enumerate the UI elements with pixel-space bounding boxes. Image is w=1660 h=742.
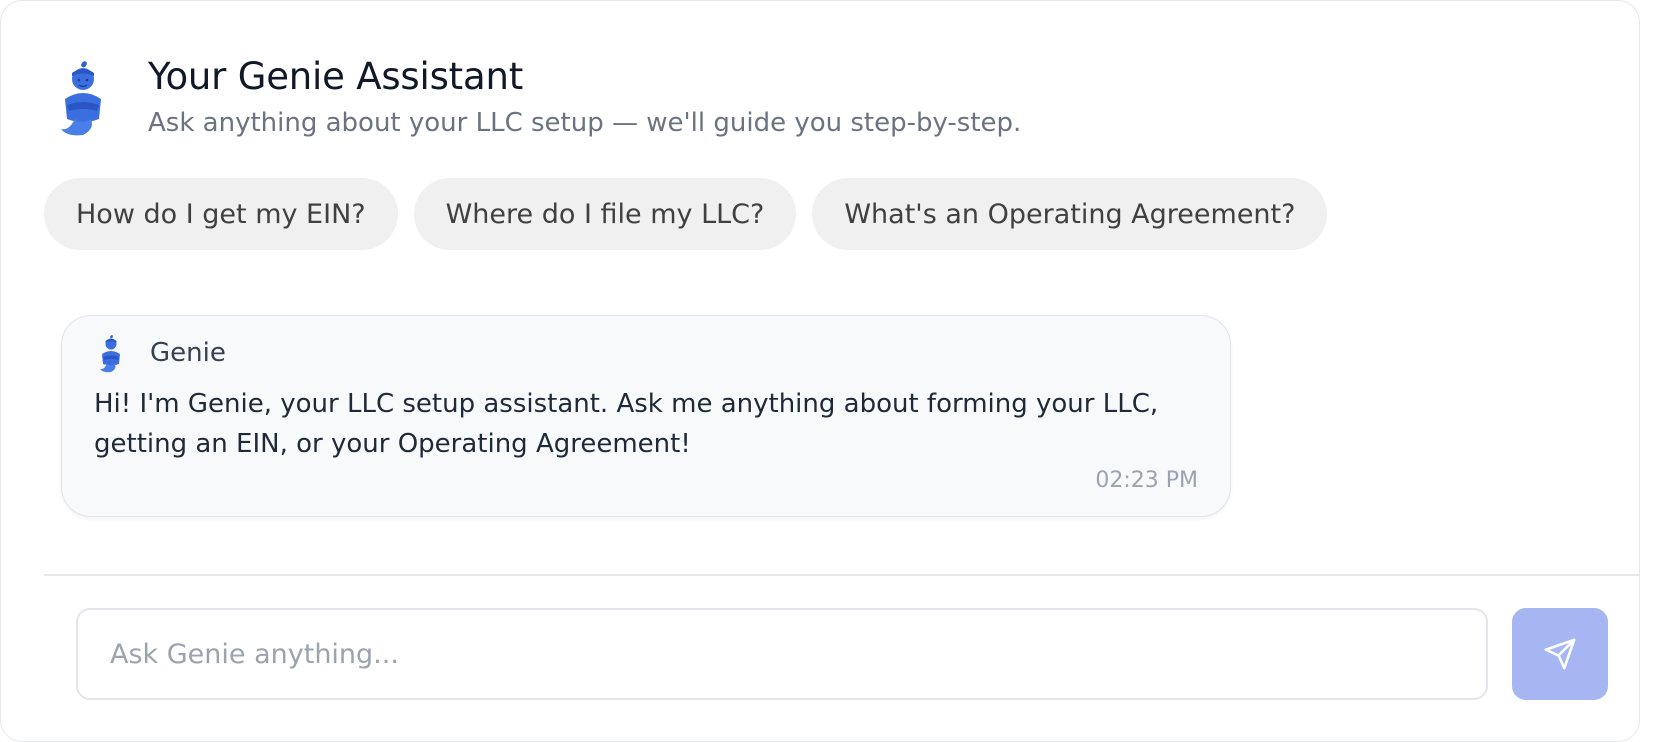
message-bubble: Genie Hi! I'm Genie, your LLC setup assi… (61, 315, 1231, 517)
suggestion-chip-file-llc[interactable]: Where do I file my LLC? (413, 178, 797, 250)
message-timestamp: 02:23 PM (1095, 468, 1198, 493)
genie-mascot-icon (61, 61, 101, 136)
page-title: Your Genie Assistant (148, 55, 523, 98)
chat-input[interactable] (76, 608, 1488, 700)
genie-mascot-icon (100, 335, 120, 373)
chat-header: Your Genie Assistant Ask anything about … (53, 55, 1053, 145)
message-sender: Genie (150, 338, 226, 368)
send-button[interactable] (1512, 608, 1608, 700)
page-subtitle: Ask anything about your LLC setup — we'l… (148, 108, 1022, 138)
chat-panel: Your Genie Assistant Ask anything about … (0, 0, 1640, 742)
message-text: Hi! I'm Genie, your LLC setup assistant.… (94, 389, 1159, 459)
suggestion-chips: How do I get my EIN? Where do I file my … (44, 178, 1328, 250)
suggestion-chip-ein[interactable]: How do I get my EIN? (44, 178, 398, 250)
send-icon (1544, 638, 1576, 670)
composer-divider (44, 574, 1640, 576)
suggestion-chip-operating-agreement[interactable]: What's an Operating Agreement? (812, 178, 1328, 250)
